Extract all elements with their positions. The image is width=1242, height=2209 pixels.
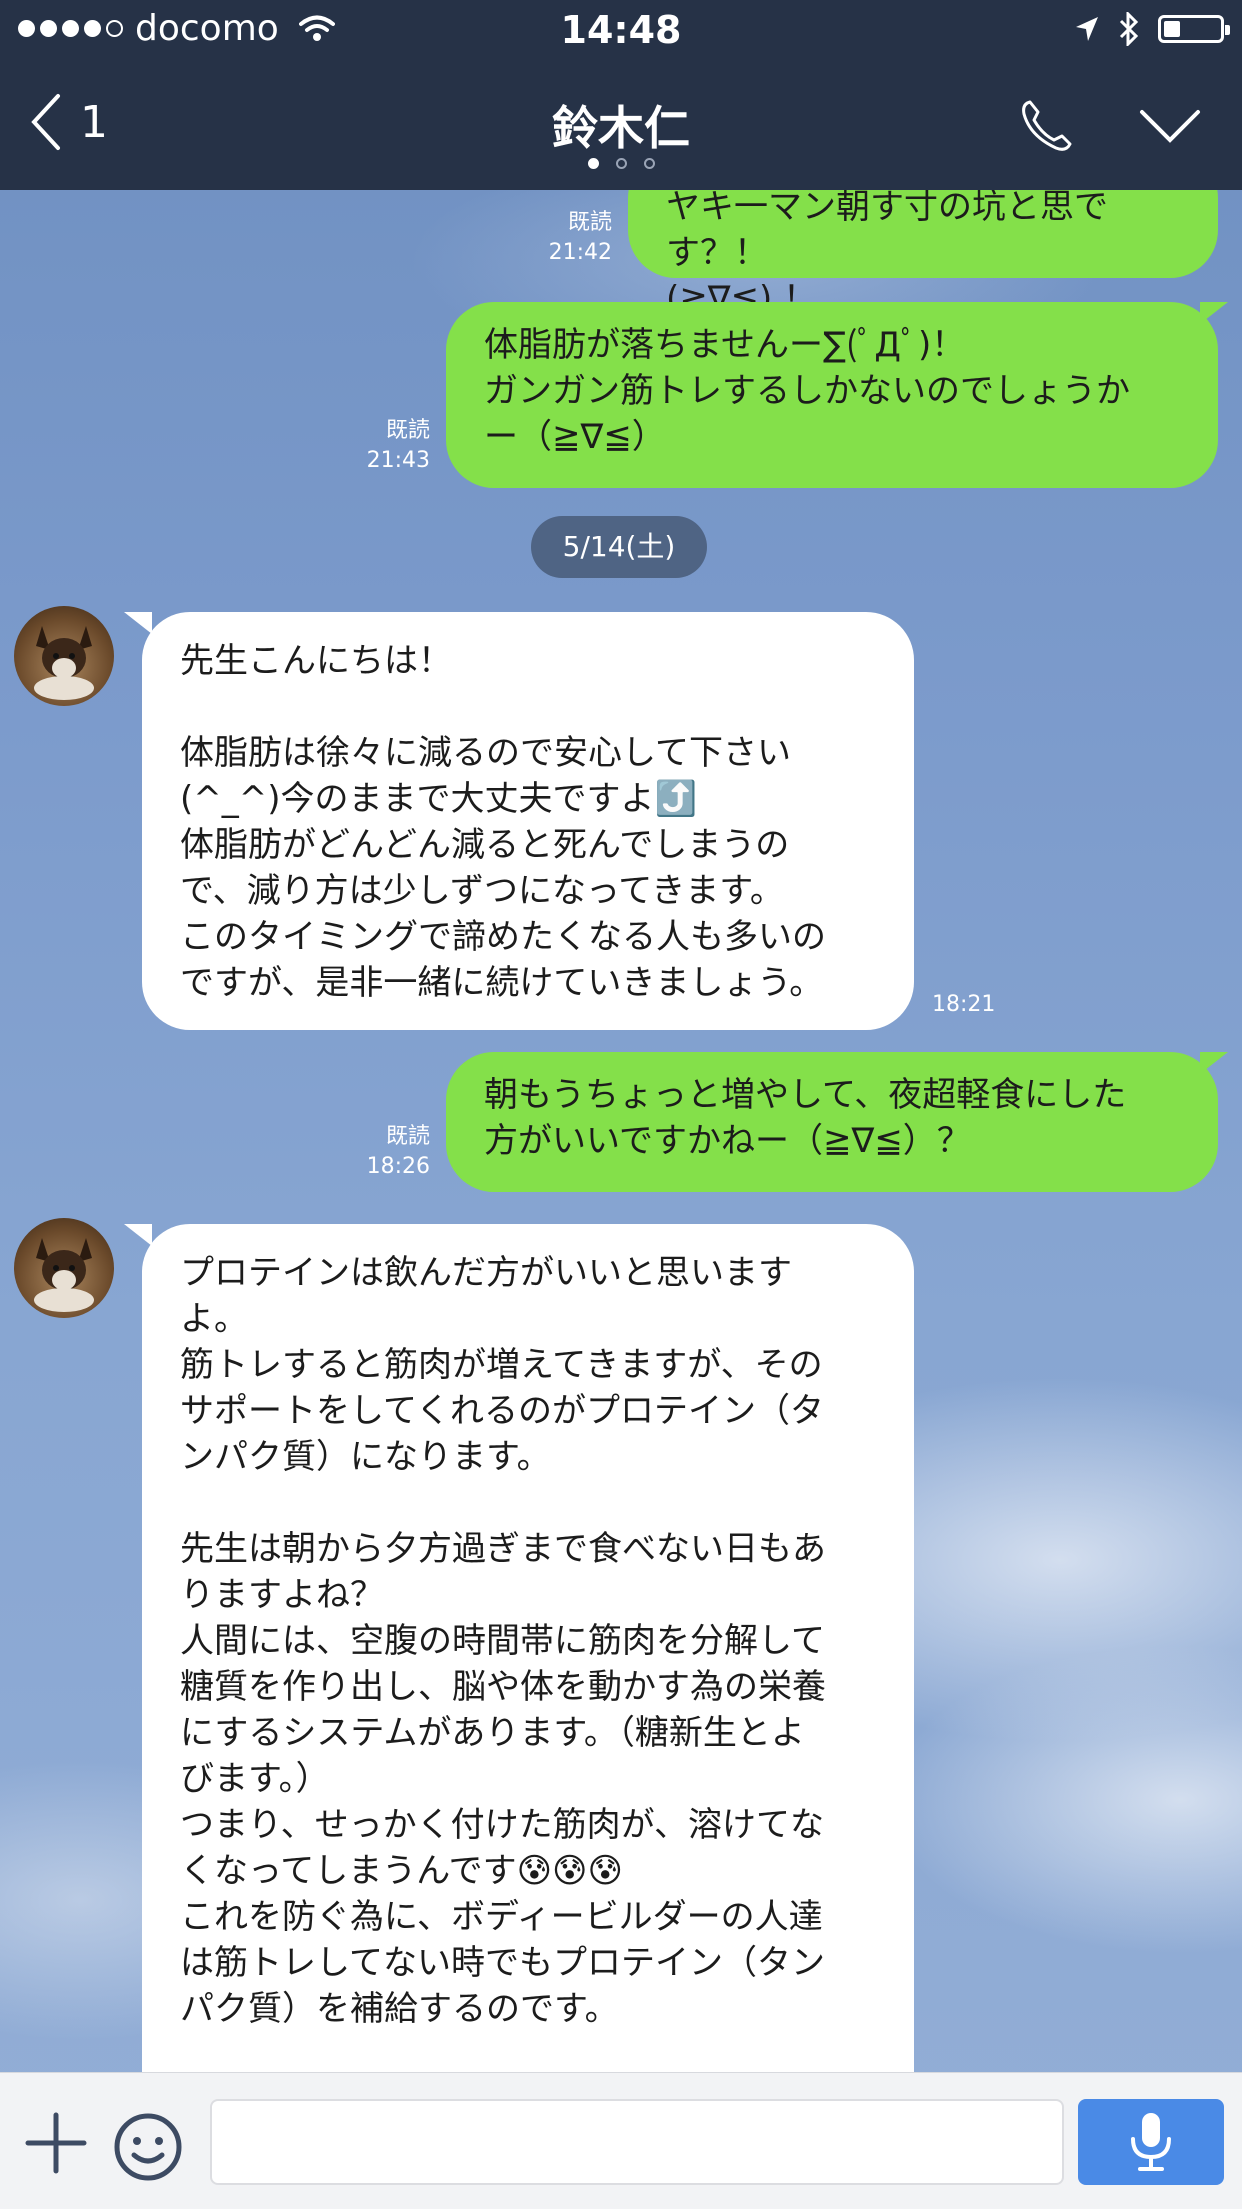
- avatar[interactable]: [14, 1218, 114, 1318]
- message-meta: 既読 21:43: [360, 416, 430, 476]
- message-time: 21:42: [548, 240, 612, 265]
- phone-icon[interactable]: [1016, 96, 1076, 156]
- read-receipt: 既読: [385, 418, 430, 443]
- outgoing-message[interactable]: 朝もうちょっと増やして、夜超軽食にした 方がいいですかねー（≧∇≦）？: [446, 1052, 1218, 1192]
- bluetooth-icon: [1119, 12, 1139, 46]
- top-bar: docomo 14:48 1 鈴木仁: [0, 0, 1242, 190]
- message-meta: 既読 21:42: [540, 208, 612, 268]
- bubble-tail: [124, 1224, 152, 1246]
- dog-photo-icon: [34, 626, 94, 700]
- avatar[interactable]: [14, 606, 114, 706]
- message-meta: 既読 18:26: [360, 1122, 430, 1182]
- message-time: 18:26: [366, 1154, 430, 1179]
- date-divider: 5/14(土): [531, 516, 707, 578]
- read-receipt: 既読: [567, 210, 612, 235]
- message-input-bar: [0, 2072, 1242, 2209]
- message-list[interactable]: ヤキ一マン朝す寸の坑と思です？！ (≧∇≦) ！ 既読 21:42 体脂肪が落ち…: [0, 190, 1242, 2072]
- location-arrow-icon: [1076, 17, 1098, 41]
- status-bar: docomo 14:48: [0, 0, 1242, 60]
- page-indicator: [0, 158, 1242, 169]
- outgoing-message[interactable]: 体脂肪が落ちませんー∑(ﾟДﾟ)！ ガンガン筋トレするしかないのでしょうか ー（…: [446, 302, 1218, 488]
- chevron-down-icon[interactable]: [1138, 108, 1202, 144]
- message-input[interactable]: [210, 2099, 1064, 2185]
- incoming-message[interactable]: プロテインは飲んだ方がいいと思います よ。 筋トレすると筋肉が増えてきますが、そ…: [142, 1224, 914, 2072]
- dog-photo-icon: [34, 1238, 94, 1312]
- outgoing-message[interactable]: ヤキ一マン朝す寸の坑と思です？！ (≧∇≦) ！: [628, 190, 1218, 319]
- status-time: 14:48: [560, 8, 682, 52]
- incoming-message[interactable]: 先生こんにちは！ 体脂肪は徐々に減るので安心して下さい (^_^)今のままで大丈…: [142, 612, 914, 1030]
- microphone-icon: [1131, 2113, 1171, 2171]
- status-icons: [1074, 12, 1230, 46]
- bubble-tail: [124, 612, 152, 634]
- read-receipt: 既読: [385, 1124, 430, 1149]
- mic-button[interactable]: [1078, 2099, 1224, 2185]
- emoji-icon[interactable]: [112, 2111, 184, 2183]
- battery-icon: [1158, 15, 1230, 43]
- message-time: 21:43: [366, 448, 430, 473]
- message-time: 18:21: [932, 992, 996, 1017]
- plus-icon[interactable]: [24, 2111, 88, 2175]
